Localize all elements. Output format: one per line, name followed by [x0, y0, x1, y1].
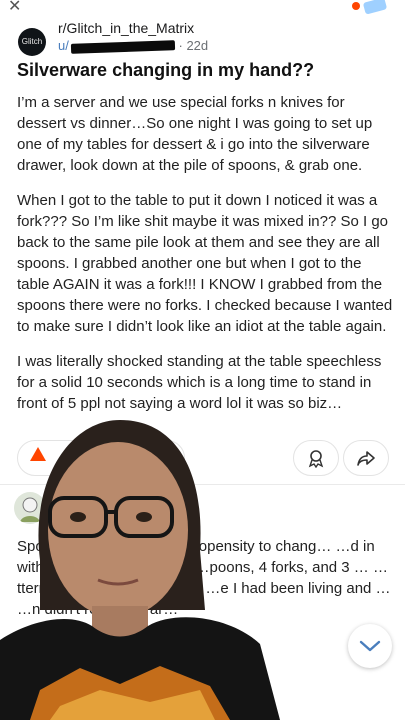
post-age: 22d — [186, 38, 209, 53]
subreddit-name[interactable]: r/Glitch_in_the_Matrix — [58, 20, 194, 36]
post-title: Silverware changing in my hand?? — [17, 60, 315, 80]
app-icon[interactable] — [362, 0, 388, 15]
post-paragraph: I’m a server and we use special forks n … — [17, 94, 373, 174]
post-body: I’m a server and we use special forks n … — [17, 92, 395, 428]
subreddit-avatar-label: Glitch — [21, 37, 43, 46]
post-meta: u/ · 22d — [58, 38, 209, 54]
share-icon — [357, 451, 375, 466]
separator-dot: · — [178, 38, 183, 53]
scroll-down-button[interactable] — [348, 624, 392, 668]
share-button[interactable] — [343, 440, 389, 476]
top-bar: ✕ — [0, 0, 405, 16]
close-icon[interactable]: ✕ — [8, 0, 21, 16]
post-paragraph: I was literally shocked standing at the … — [17, 353, 382, 412]
chevron-down-icon — [359, 640, 381, 652]
post-header: Glitch r/Glitch_in_the_Matrix u/ · 22d — [14, 20, 394, 60]
video-overlay[interactable] — [0, 420, 320, 720]
notification-dot — [352, 2, 360, 10]
subreddit-avatar[interactable]: Glitch — [18, 28, 46, 56]
author-prefix[interactable]: u/ — [58, 38, 69, 53]
person-video-frame — [0, 420, 280, 720]
post-paragraph: When I got to the table to put it down I… — [17, 192, 393, 335]
redacted-username — [70, 39, 175, 54]
